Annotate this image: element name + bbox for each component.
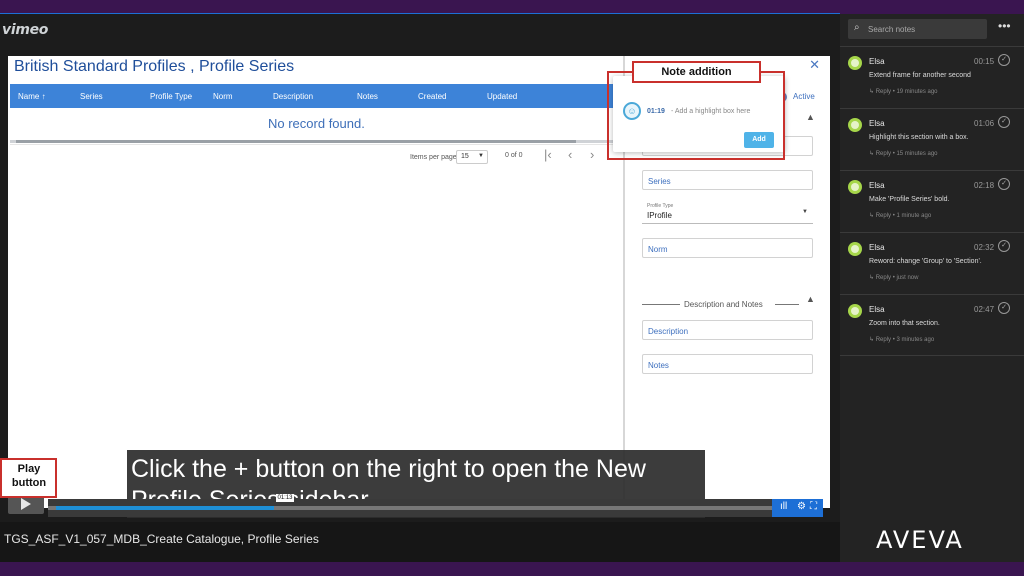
note-author: Elsa [869,119,885,128]
note-time[interactable]: 01:06 [974,119,994,128]
chevron-up-icon[interactable]: ▲ [806,112,815,122]
fullscreen-icon[interactable]: ⛶ [810,501,817,512]
note-text: Zoom into that section. [869,320,940,327]
search-placeholder: Search notes [868,25,916,34]
play-button-callout: Play button [0,458,57,498]
note-reply-link[interactable]: ↳ Reply • just now [869,274,918,281]
chevron-up-icon[interactable]: ▲ [806,294,815,304]
empty-state-text: No record found. [268,116,365,131]
search-notes-input[interactable]: ⌕ Search notes [848,19,987,39]
description-section-header: Description and Notes [642,298,813,312]
col-series: Series [80,92,103,101]
description-section-title: Description and Notes [684,300,763,309]
avatar-icon [848,118,862,132]
note-item[interactable]: Elsa 02:47 ✓ Zoom into that section. ↳ R… [840,294,1024,356]
note-time[interactable]: 02:18 [974,181,994,190]
divider-line [775,304,799,305]
note-reply-link[interactable]: ↳ Reply • 19 minutes ago [869,88,938,95]
note-reply-link[interactable]: ↳ Reply • 3 minutes ago [869,336,934,343]
resolve-check-icon[interactable]: ✓ [998,240,1010,252]
notes-field[interactable]: Notes [642,354,813,374]
first-page-icon[interactable]: |‹ [544,147,552,162]
pager-range: 0 of 0 [505,152,523,159]
note-item[interactable]: Elsa 02:18 ✓ Make 'Profile Series' bold.… [840,170,1024,232]
note-author: Elsa [869,305,885,314]
note-item[interactable]: Elsa 00:15 ✓ Extend frame for another se… [840,46,1024,108]
note-item[interactable]: Elsa 01:06 ✓ Highlight this section with… [840,108,1024,170]
volume-icon[interactable]: ıll [780,501,787,512]
col-profile-type: Profile Type [150,92,193,101]
col-notes: Notes [357,92,378,101]
note-author: Elsa [869,57,885,66]
more-options-icon[interactable]: ••• [998,19,1011,33]
next-page-icon[interactable]: › [590,147,594,162]
series-field[interactable]: Series [642,170,813,190]
col-name: Name ↑ [18,92,46,101]
note-author: Elsa [869,181,885,190]
aveva-logo: AVEVA [876,526,964,554]
items-per-page-select[interactable]: 15 ▼ [456,150,488,164]
prev-page-icon[interactable]: ‹ [568,147,572,162]
col-updated: Updated [487,92,518,101]
description-field[interactable]: Description [642,320,813,340]
note-reply-link[interactable]: ↳ Reply • 15 minutes ago [869,150,938,157]
note-text: Reword: change 'Group' to 'Section'. [869,258,982,265]
resolve-check-icon[interactable]: ✓ [998,54,1010,66]
items-per-page-label: Items per page [410,154,457,161]
note-text: Extend frame for another second [869,72,971,79]
note-addition-callout: Note addition [632,61,761,83]
note-text: Make 'Profile Series' bold. [869,196,950,203]
note-addition-highlight [607,71,785,160]
scrollbar-thumb[interactable] [16,140,576,143]
note-reply-link[interactable]: ↳ Reply • 1 minute ago [869,212,931,219]
note-time[interactable]: 02:47 [974,305,994,314]
col-description: Description [273,92,314,101]
video-title: TGS_ASF_V1_057_MDB_Create Catalogue, Pro… [4,532,319,546]
note-time[interactable]: 00:15 [974,57,994,66]
note-item[interactable]: Elsa 02:32 ✓ Reword: change 'Group' to '… [840,232,1024,294]
progress-fill [56,506,274,510]
chevron-down-icon: ▼ [478,153,484,159]
close-icon[interactable]: ✕ [809,57,820,73]
avatar-icon [848,242,862,256]
norm-field[interactable]: Norm [642,238,813,258]
profile-type-label: Profile Type [647,203,674,209]
col-name-label: Name [18,92,40,101]
vimeo-logo: vimeo [2,22,49,38]
chevron-down-icon: ▼ [802,209,808,215]
avatar-icon [848,56,862,70]
page-title: British Standard Profiles , Profile Seri… [14,58,295,75]
profile-type-select[interactable]: Profile Type IProfile ▼ [642,202,813,224]
active-label: Active [793,92,815,101]
search-icon: ⌕ [854,22,860,33]
resolve-check-icon[interactable]: ✓ [998,302,1010,314]
note-text: Highlight this section with a box. [869,134,969,141]
table-divider [10,144,616,145]
note-time[interactable]: 02:32 [974,243,994,252]
resolve-check-icon[interactable]: ✓ [998,178,1010,190]
col-norm: Norm [213,92,233,101]
notes-panel: ⌕ Search notes ••• Elsa 00:15 ✓ Extend f… [840,14,1024,562]
col-created: Created [418,92,447,101]
sort-arrow-icon: ↑ [41,92,46,101]
items-per-page-value: 15 [461,153,469,160]
avatar-icon [848,180,862,194]
divider-line [642,304,680,305]
note-author: Elsa [869,243,885,252]
play-button-callout-label: Play button [11,463,47,489]
table-header: Name ↑ Series Profile Type Norm Descript… [10,84,616,108]
avatar-icon [848,304,862,318]
gear-icon[interactable]: ⚙ [797,501,806,512]
profile-type-value: IProfile [647,211,672,220]
current-time-badge: 01:13 [276,494,294,502]
play-icon [21,498,31,510]
resolve-check-icon[interactable]: ✓ [998,116,1010,128]
